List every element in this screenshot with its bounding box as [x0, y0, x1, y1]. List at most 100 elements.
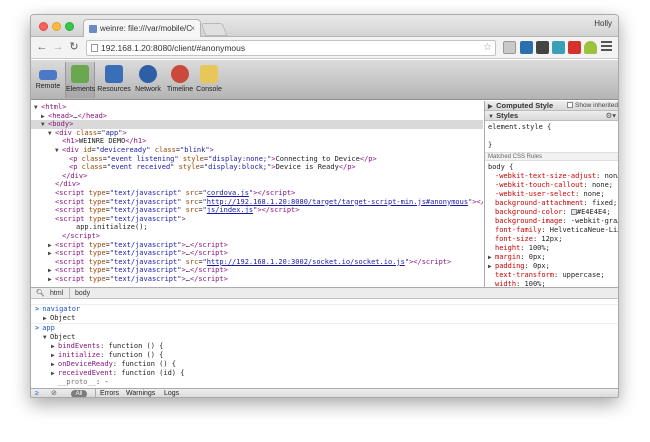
tool-resources[interactable]: Resources	[97, 62, 131, 98]
filter-logs[interactable]: Logs	[164, 389, 179, 397]
css-property-name: width	[495, 280, 517, 287]
reload-icon[interactable]: ↻	[67, 40, 81, 54]
extension-icon-2[interactable]	[520, 41, 533, 54]
property-name: __proto__	[58, 378, 96, 386]
css-property[interactable]: ▶ padding: 0px;	[485, 262, 617, 271]
css-property-value: 12px;	[541, 235, 563, 243]
tool-timeline-label: Timeline	[166, 86, 194, 93]
tool-network[interactable]: Network	[133, 62, 163, 98]
extension-icon-3[interactable]	[536, 41, 549, 54]
expand-triangle-icon[interactable]: ▶	[488, 262, 495, 271]
menu-icon[interactable]	[601, 41, 612, 53]
css-property[interactable]: -webkit-touch-callout: none;	[485, 181, 617, 190]
console-input-line[interactable]: > navigator	[31, 304, 618, 313]
body-selector: body {	[488, 163, 514, 171]
css-property[interactable]: -webkit-user-select: none;	[485, 190, 617, 199]
disclosure-triangle-icon[interactable]: ▶	[51, 360, 58, 369]
css-property[interactable]: background-color: #E4E4E4;	[485, 208, 617, 217]
console-property[interactable]: ▶ initialize: function () {	[31, 351, 618, 360]
css-property[interactable]: background-image: -webkit-gra…	[485, 217, 618, 226]
filter-errors[interactable]: Errors	[95, 389, 119, 397]
filter-all[interactable]: All	[71, 390, 87, 397]
gear-icon[interactable]: ⚙▾	[606, 111, 617, 121]
tool-elements[interactable]: Elements	[65, 62, 95, 98]
disclosure-triangle-icon[interactable]: ▶	[51, 369, 58, 378]
show-inherited-checkbox[interactable]: Show inherited	[567, 101, 618, 111]
zoom-window-button[interactable]	[65, 22, 74, 31]
disclosure-triangle-icon[interactable]: ▶	[43, 314, 50, 323]
css-property[interactable]: font-family: HelveticaNeue-Li…	[485, 226, 618, 235]
clear-console-icon[interactable]: ⊘	[51, 389, 57, 397]
console-input-line[interactable]: > app	[31, 323, 618, 332]
profile-name[interactable]: Holly	[594, 19, 612, 28]
css-property[interactable]: ▶ margin: 0px;	[485, 253, 617, 262]
property-value: function () {	[121, 360, 177, 368]
close-window-button[interactable]	[39, 22, 48, 31]
css-property[interactable]: -webkit-text-size-adjust: non…	[485, 172, 618, 181]
dom-node-markup: </div>	[62, 171, 88, 180]
dom-node-markup: app.initialize();	[76, 223, 148, 232]
css-property-name: -webkit-user-select	[495, 190, 576, 198]
dom-node-markup: <div id="deviceready" class="blink">	[62, 146, 214, 154]
forward-arrow-icon[interactable]: →	[51, 40, 65, 54]
css-property[interactable]: text-transform: uppercase;	[485, 271, 617, 280]
extension-icon-1[interactable]	[503, 41, 516, 54]
console-panel[interactable]: > navigator ▶ Object > app ▼ Object ▶ bindEvents:…	[31, 300, 618, 388]
minimize-window-button[interactable]	[52, 22, 61, 31]
console-property[interactable]: ▶ receivedEvent: function (id) {	[31, 369, 618, 378]
tool-console[interactable]: Console	[195, 62, 223, 98]
disclosure-triangle-icon[interactable]: ▶	[48, 275, 55, 284]
css-property-value: none;	[583, 190, 605, 198]
console-property[interactable]: ▶ onDeviceReady: function () {	[31, 360, 618, 369]
dom-node-line[interactable]: ▶ <script type="text/javascript">…</scrip…	[31, 275, 483, 284]
browser-tab[interactable]: weinre: file:///var/mobile/C ×	[83, 19, 201, 38]
extension-icon-4[interactable]	[552, 41, 565, 54]
css-property[interactable]: height: 100%;	[485, 244, 617, 253]
breadcrumb-body[interactable]: body	[75, 288, 90, 299]
property-value: -	[104, 378, 109, 386]
elements-tree[interactable]: ▼ <html> ▶ <head>…</head> ▼ <body> ▼ <div class…	[31, 101, 483, 287]
android-icon[interactable]	[584, 41, 597, 54]
filter-warnings[interactable]: Warnings	[126, 389, 155, 397]
console-property[interactable]: ▶ bindEvents: function () {	[31, 342, 618, 351]
status-bar: ≥ ⊘ All Errors Warnings Logs	[31, 388, 618, 397]
search-icon[interactable]: 🔍︎	[36, 288, 45, 299]
console-object[interactable]: ▼ Object	[31, 333, 618, 342]
css-property-name: background-color	[495, 208, 563, 216]
disclosure-triangle-icon[interactable]: ▼	[43, 333, 50, 342]
new-tab-button[interactable]	[200, 23, 228, 36]
back-arrow-icon[interactable]: ←	[35, 40, 49, 54]
tool-remote[interactable]: Remote	[33, 62, 63, 98]
bookmark-star-icon[interactable]: ☆	[483, 41, 492, 55]
console-command: app	[42, 324, 55, 332]
elements-icon	[71, 65, 89, 83]
styles-title: Styles	[496, 111, 519, 120]
tab-close-icon[interactable]: ×	[190, 20, 195, 37]
breadcrumb-html[interactable]: html	[50, 288, 71, 299]
css-property-value: fixed;	[591, 199, 618, 207]
console-property[interactable]: __proto__: -	[31, 378, 618, 387]
tab-bar: weinre: file:///var/mobile/C × Holly	[31, 15, 618, 38]
disclosure-triangle-icon[interactable]: ▶	[51, 351, 58, 360]
styles-header[interactable]: ▼ Styles ⚙▾	[485, 111, 618, 121]
tool-timeline[interactable]: Timeline	[165, 62, 195, 98]
body-rule[interactable]: body { -webkit-text-size-adjust: non…-we…	[485, 161, 618, 287]
extension-icon-5[interactable]	[568, 41, 581, 54]
css-property-name: font-family	[495, 226, 542, 234]
css-property-value: 100%;	[528, 244, 550, 252]
property-name: receivedEvent	[58, 369, 113, 377]
element-style-rule[interactable]: element.style { }	[485, 121, 618, 152]
css-property-name: height	[495, 244, 521, 252]
tool-console-label: Console	[196, 86, 222, 93]
css-property[interactable]: width: 100%;	[485, 280, 617, 287]
expand-triangle-icon[interactable]: ▶	[488, 253, 495, 262]
computed-style-header[interactable]: ▶ Computed Style Show inherited	[485, 101, 618, 111]
console-object[interactable]: ▶ Object	[31, 314, 618, 323]
console-toggle-icon[interactable]: ≥	[35, 389, 39, 397]
address-bar[interactable]: 192.168.1.20:8080/client/#anonymous ☆	[86, 40, 496, 56]
disclosure-triangle-icon[interactable]: ▶	[51, 342, 58, 351]
css-property[interactable]: background-attachment: fixed;	[485, 199, 617, 208]
computed-style-title: Computed Style	[496, 101, 554, 110]
matched-css-rules-header: Matched CSS Rules	[485, 152, 618, 161]
css-property[interactable]: font-size: 12px;	[485, 235, 617, 244]
